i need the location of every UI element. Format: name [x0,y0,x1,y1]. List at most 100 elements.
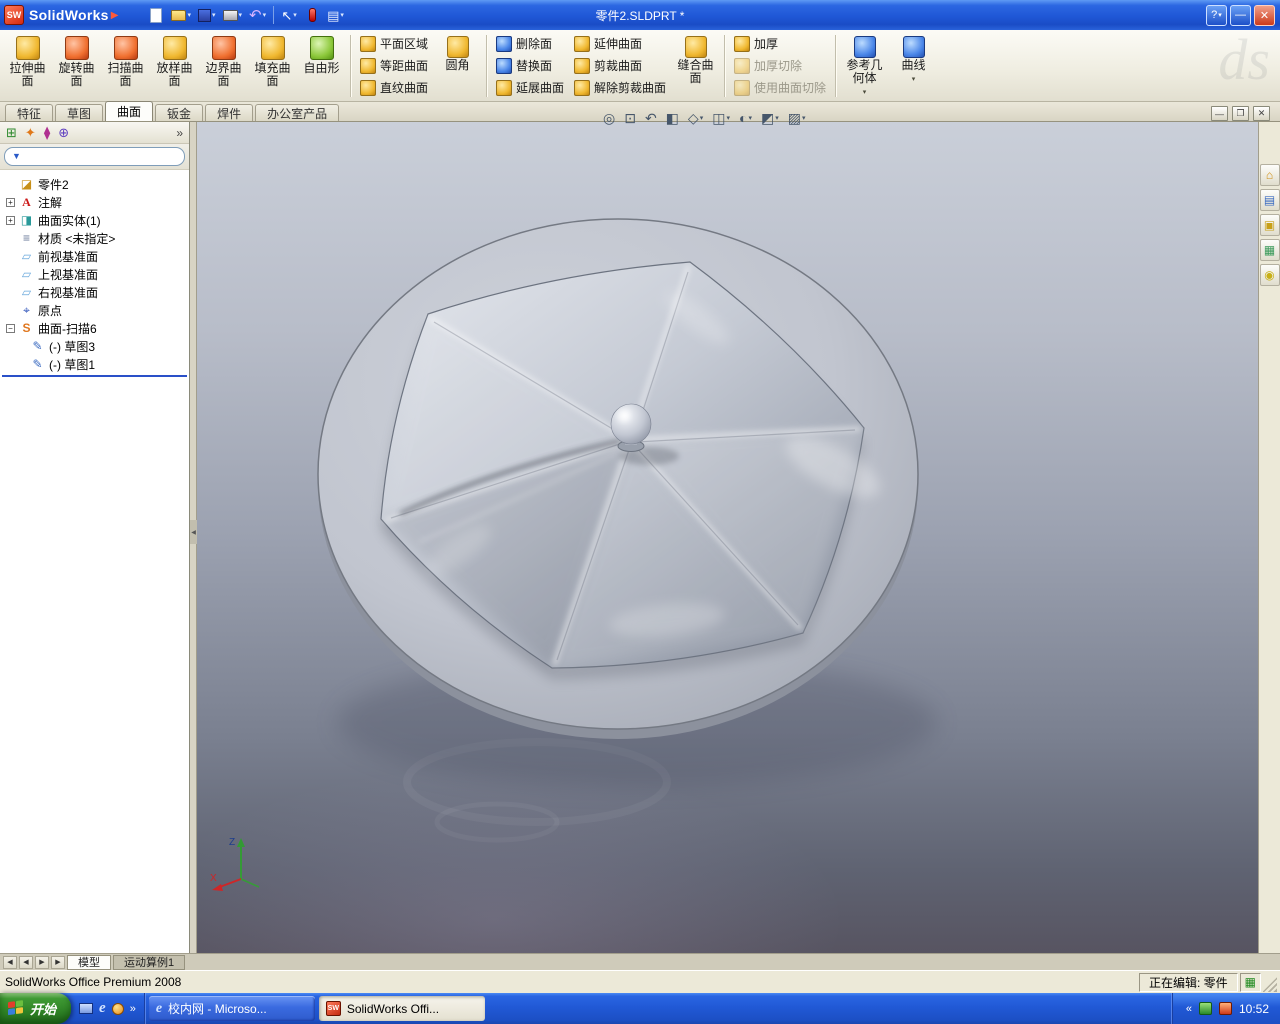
show-desktop-icon[interactable] [79,1003,94,1014]
splitter-collapse-arrow[interactable]: ◀ [190,520,197,544]
close-button[interactable]: ✕ [1254,4,1275,26]
tree-item-part[interactable]: ◪ 零件2 [0,175,189,193]
doc-restore-button[interactable]: ❐ [1232,106,1249,121]
tab-scroll-first-button[interactable]: ◀ [3,955,17,969]
minimize-button[interactable]: — [1230,4,1251,26]
save-button[interactable]: ▾ [196,4,218,26]
fillet-button[interactable]: 圆角 [434,33,481,99]
taskbar-item-browser[interactable]: e 校内网 - Microso... [148,996,315,1021]
tab-weldments[interactable]: 焊件 [205,104,254,121]
view-palette-button[interactable]: ▦ [1259,239,1280,261]
open-button[interactable]: ▾ [169,4,193,26]
swept-surface-button[interactable]: 扫描曲面 [102,33,149,99]
offset-surface-button[interactable]: 等距曲面 [356,55,432,76]
propertymanager-tab[interactable]: ✦ [25,126,36,139]
trim-surface-button[interactable]: 剪裁曲面 [570,55,670,76]
extended-surface-button[interactable]: 延伸曲面 [570,33,670,54]
featuremanager-tree-tab[interactable]: ⊞ [6,126,17,139]
reference-geometry-button[interactable]: 参考几何体 ▾ [841,33,888,99]
tray-messenger-icon[interactable] [1218,1002,1232,1015]
tree-item-sketch3[interactable]: ✎ (-) 草图3 [0,337,189,355]
zoom-to-fit-button[interactable]: ◎ [600,108,618,128]
start-button[interactable]: 开始 [0,993,72,1024]
collapse-toggle[interactable]: − [6,323,15,333]
tab-scroll-next-button[interactable]: ▶ [35,955,49,969]
rollback-bar[interactable] [2,375,187,377]
doc-close-button[interactable]: ✕ [1253,106,1270,121]
planar-surface-button[interactable]: 平面区域 [356,33,432,54]
panel-splitter[interactable]: ◀ [190,122,197,953]
zoom-to-area-button[interactable]: ⊡ [621,108,639,128]
view-orientation-button[interactable]: ◇ ▾ [685,108,706,128]
previous-view-button[interactable]: ↶ [642,108,660,128]
internet-explorer-icon[interactable]: e [99,1001,106,1016]
extend-surface-button[interactable]: 延展曲面 [492,77,568,98]
filled-surface-button[interactable]: 填充曲面 [249,33,296,99]
chevron-down-icon: ▾ [262,12,267,19]
quick-tips-toggle[interactable]: ▦ [1239,972,1261,992]
annotations-folder-icon: A [22,195,31,209]
extruded-surface-button[interactable]: 拉伸曲面 [4,33,51,99]
model-tab[interactable]: 模型 [67,954,111,970]
quick-launch-overflow-chevron[interactable]: » [130,1003,136,1015]
edit-appearance-button[interactable]: ◩ ▾ [758,108,782,128]
tree-item-origin[interactable]: ⌖ 原点 [0,301,189,319]
tab-sheet-metal[interactable]: 钣金 [155,104,204,121]
knit-surface-button[interactable]: 缝合曲面 [672,33,719,99]
appearances-scenes-button[interactable]: ◉ [1259,264,1280,286]
replace-face-button[interactable]: 替换面 [492,55,568,76]
tree-item-surface-bodies[interactable]: + ◨ 曲面实体(1) [0,211,189,229]
print-button[interactable]: ▾ [221,4,245,26]
undo-button[interactable]: ↶ ▾ [247,4,268,26]
taskbar-item-solidworks[interactable]: SW SolidWorks Offi... [318,996,485,1021]
expand-toggle[interactable]: + [6,215,15,225]
tree-item-material[interactable]: ≡ 材质 <未指定> [0,229,189,247]
tab-office-products[interactable]: 办公室产品 [255,104,340,121]
tray-collapse-chevron[interactable]: « [1186,1003,1192,1015]
tree-filter-input[interactable] [24,149,177,164]
tab-sketch[interactable]: 草图 [55,104,104,121]
hide-show-items-button[interactable]: ◐ ▾ [736,108,755,128]
thicken-button[interactable]: 加厚 [730,33,830,54]
curves-button[interactable]: 曲线 ▾ [890,33,937,99]
solidworks-resources-button[interactable]: ⌂ [1259,164,1280,186]
model-3d[interactable] [197,122,1258,953]
tab-scroll-last-button[interactable]: ▶ [51,955,65,969]
expand-toggle[interactable]: + [6,197,15,207]
new-document-button[interactable] [146,4,166,26]
resize-grip[interactable] [1263,972,1277,992]
doc-minimize-button[interactable]: — [1211,106,1228,121]
untrim-surface-button[interactable]: 解除剪裁曲面 [570,77,670,98]
tab-features[interactable]: 特征 [5,104,54,121]
display-style-button[interactable]: ◫ ▾ [709,108,733,128]
tab-scroll-prev-button[interactable]: ◀ [19,955,33,969]
manager-overflow-button[interactable]: » [176,126,183,140]
boundary-surface-button[interactable]: 边界曲面 [200,33,247,99]
section-view-button[interactable]: ◧ [663,108,682,128]
freeform-button[interactable]: 自由形 [298,33,345,99]
tree-item-right-plane[interactable]: ▱ 右视基准面 [0,283,189,301]
dimxpertmanager-tab[interactable]: ⊕ [58,126,69,139]
delete-face-button[interactable]: 删除面 [492,33,568,54]
ruled-surface-button[interactable]: 直纹曲面 [356,77,432,98]
tree-item-top-plane[interactable]: ▱ 上视基准面 [0,265,189,283]
tree-item-front-plane[interactable]: ▱ 前视基准面 [0,247,189,265]
graphics-area[interactable]: Z X [197,122,1258,953]
configurationmanager-tab[interactable]: ⧫ [44,126,50,139]
help-button[interactable]: ? ▾ [1206,4,1227,26]
tab-surfaces[interactable]: 曲面 [105,101,154,121]
revolved-surface-button[interactable]: 旋转曲面 [53,33,100,99]
lofted-surface-button[interactable]: 放样曲面 [151,33,198,99]
tree-item-surface-sweep[interactable]: − S 曲面-扫描6 [0,319,189,337]
options-button[interactable]: ▤ ▾ [325,4,346,26]
file-explorer-button[interactable]: ▣ [1259,214,1280,236]
design-library-button[interactable]: ▤ [1259,189,1280,211]
tree-item-sketch1[interactable]: ✎ (-) 草图1 [0,355,189,373]
select-button[interactable]: ↖ ▾ [279,4,299,26]
tree-item-annotations[interactable]: + A 注解 [0,193,189,211]
apply-scene-button[interactable]: ▨ ▾ [785,108,809,128]
motion-study-tab[interactable]: 运动算例1 [113,954,186,970]
selection-filter-button[interactable] [302,4,322,26]
tray-antivirus-icon[interactable] [1198,1002,1212,1015]
media-player-icon[interactable] [111,1002,124,1015]
